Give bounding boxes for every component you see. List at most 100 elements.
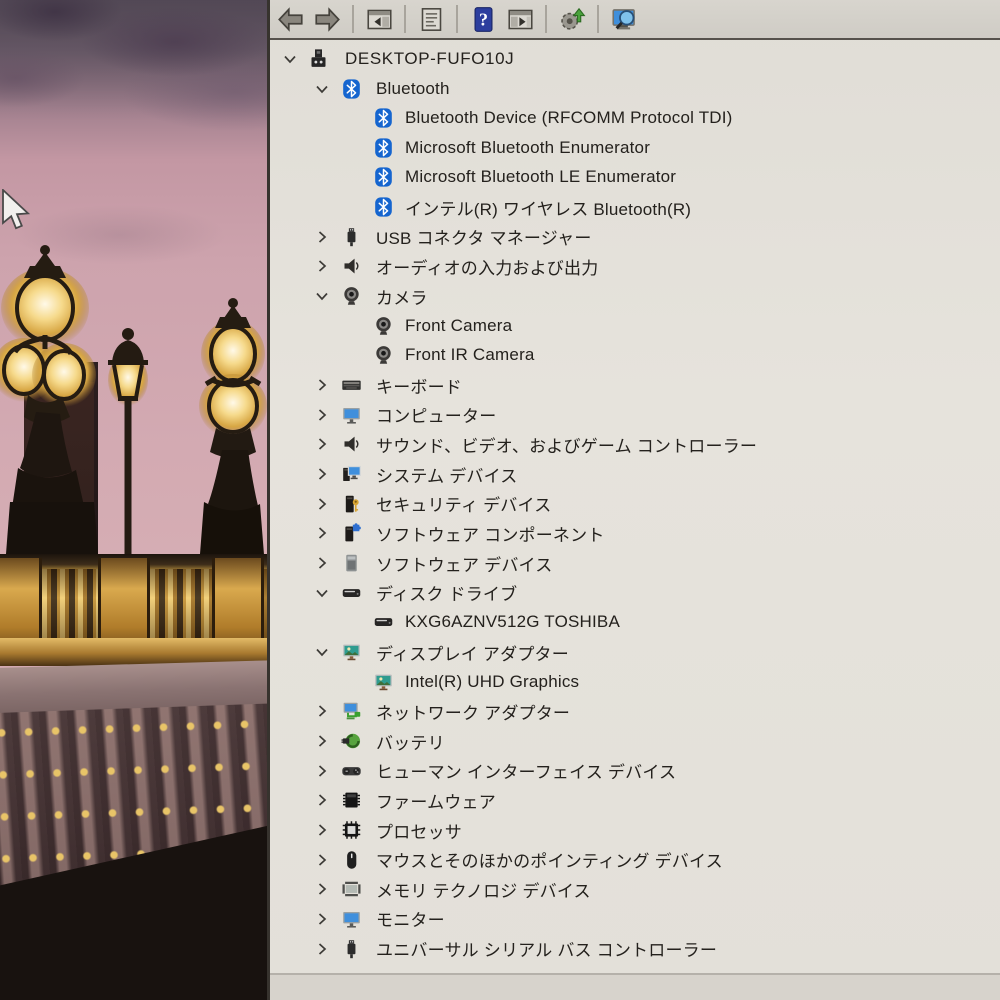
chevron-icon[interactable] bbox=[314, 555, 330, 571]
tree-item-front-camera[interactable]: Front Camera bbox=[270, 311, 1000, 341]
tree-item-microsoft-bluetooth-le-enumerator[interactable]: Microsoft Bluetooth LE Enumerator bbox=[270, 162, 1000, 192]
tree-item-label: コンピューター bbox=[376, 407, 497, 427]
tree-item-usb-connector-manager[interactable]: USB コネクタ マネージャー bbox=[270, 222, 1000, 252]
tree-item-bluetooth-device-rfcomm-protocol-tdi[interactable]: Bluetooth Device (RFCOMM Protocol TDI) bbox=[270, 103, 1000, 133]
tree-item-label: サウンド、ビデオ、およびゲーム コントローラー bbox=[376, 436, 758, 456]
chevron-icon[interactable] bbox=[314, 229, 330, 245]
camera-icon bbox=[373, 315, 394, 337]
tree-item-disk-drives[interactable]: ディスク ドライブ bbox=[270, 578, 1000, 608]
tree-item-firmware[interactable]: ファームウェア bbox=[270, 785, 1000, 815]
tb-back-icon bbox=[277, 6, 304, 33]
chevron-icon[interactable] bbox=[314, 852, 330, 868]
tree-item-mice-and-other-pointing-devices[interactable]: マウスとそのほかのポインティング デバイス bbox=[270, 845, 1000, 875]
tree-item-battery[interactable]: バッテリ bbox=[270, 726, 1000, 756]
tree-item-label: DESKTOP-FUFO10J bbox=[345, 48, 515, 68]
toolbar-separator bbox=[352, 5, 354, 33]
bridge-balustrade bbox=[0, 554, 270, 666]
tree-item-front-ir-camera[interactable]: Front IR Camera bbox=[270, 340, 1000, 370]
chevron-icon[interactable] bbox=[314, 525, 330, 541]
device-tree[interactable]: DESKTOP-FUFO10J Bluetooth Bluetooth Devi… bbox=[270, 42, 1000, 975]
tree-item-label: キーボード bbox=[376, 377, 462, 397]
chevron-icon[interactable] bbox=[314, 822, 330, 838]
show-action-pane-button[interactable] bbox=[504, 3, 536, 35]
display-icon bbox=[341, 641, 362, 663]
tree-item-label: Microsoft Bluetooth LE Enumerator bbox=[405, 167, 677, 187]
chevron-icon[interactable] bbox=[314, 881, 330, 897]
chevron-icon[interactable] bbox=[314, 466, 330, 482]
status-bar bbox=[270, 973, 1000, 1000]
chevron-icon[interactable] bbox=[314, 436, 330, 452]
chevron-icon[interactable] bbox=[314, 377, 330, 393]
chevron-icon[interactable] bbox=[314, 703, 330, 719]
chevron-icon[interactable] bbox=[314, 792, 330, 808]
chevron-icon[interactable] bbox=[314, 407, 330, 423]
chevron-icon[interactable] bbox=[314, 644, 330, 660]
tree-item-desktop-fufo10j[interactable]: DESKTOP-FUFO10J bbox=[270, 44, 1000, 74]
tree-item-universal-serial-bus-controllers[interactable]: ユニバーサル シリアル バス コントローラー bbox=[270, 934, 1000, 964]
tree-item-microsoft-bluetooth-enumerator[interactable]: Microsoft Bluetooth Enumerator bbox=[270, 133, 1000, 163]
tree-item-monitors[interactable]: モニター bbox=[270, 904, 1000, 934]
chevron-icon[interactable] bbox=[314, 81, 330, 97]
properties-button[interactable] bbox=[415, 3, 447, 35]
tree-item-label: ソフトウェア コンポーネント bbox=[376, 525, 605, 545]
tree-item-keyboard[interactable]: キーボード bbox=[270, 370, 1000, 400]
update-driver-button[interactable] bbox=[556, 3, 588, 35]
tree-item-kxg6aznv512g-toshiba[interactable]: KXG6AZNV512G TOSHIBA bbox=[270, 607, 1000, 637]
device-manager-screen: DESKTOP-FUFO10J Bluetooth Bluetooth Devi… bbox=[0, 0, 1000, 1000]
firmware-icon bbox=[341, 789, 362, 811]
tree-item-software-components[interactable]: ソフトウェア コンポーネント bbox=[270, 518, 1000, 548]
forward-button[interactable] bbox=[311, 3, 343, 35]
usb-icon bbox=[341, 938, 362, 960]
tree-item-camera[interactable]: カメラ bbox=[270, 281, 1000, 311]
chevron-icon[interactable] bbox=[314, 941, 330, 957]
tree-item-sound-video-and-game-controllers[interactable]: サウンド、ビデオ、およびゲーム コントローラー bbox=[270, 429, 1000, 459]
show-console-tree-button[interactable] bbox=[363, 3, 395, 35]
audio-icon bbox=[341, 255, 362, 277]
chevron-icon[interactable] bbox=[314, 733, 330, 749]
chevron-icon[interactable] bbox=[314, 258, 330, 274]
tree-item-label: ディスプレイ アダプター bbox=[376, 644, 569, 664]
tb-forward-icon bbox=[314, 6, 341, 33]
tree-item-label: ディスク ドライブ bbox=[376, 585, 518, 605]
tree-item-label: ヒューマン インターフェイス デバイス bbox=[376, 763, 677, 783]
tree-item-memory-technology-devices[interactable]: メモリ テクノロジ デバイス bbox=[270, 874, 1000, 904]
right-lamp bbox=[198, 298, 267, 580]
mouse-icon bbox=[341, 849, 362, 871]
tree-item-intel-uhd-graphics[interactable]: Intel(R) UHD Graphics bbox=[270, 667, 1000, 697]
tree-item-label: メモリ テクノロジ デバイス bbox=[376, 881, 591, 901]
tree-item-processors[interactable]: プロセッサ bbox=[270, 815, 1000, 845]
tree-item-bluetooth[interactable]: Bluetooth bbox=[270, 74, 1000, 104]
tree-item-security-devices[interactable]: セキュリティ デバイス bbox=[270, 489, 1000, 519]
help-button[interactable] bbox=[467, 3, 499, 35]
tree-item-software-devices[interactable]: ソフトウェア デバイス bbox=[270, 548, 1000, 578]
battery-icon bbox=[341, 730, 362, 752]
tree-item-network-adapters[interactable]: ネットワーク アダプター bbox=[270, 696, 1000, 726]
processor-icon bbox=[341, 819, 362, 841]
wallpaper-lamps bbox=[0, 245, 267, 597]
tree-item-display-adapters[interactable]: ディスプレイ アダプター bbox=[270, 637, 1000, 667]
tree-item-computer-group[interactable]: コンピューター bbox=[270, 400, 1000, 430]
chevron-icon[interactable] bbox=[282, 51, 298, 67]
back-button[interactable] bbox=[274, 3, 306, 35]
tb-props-icon bbox=[418, 6, 445, 33]
device-manager-window: DESKTOP-FUFO10J Bluetooth Bluetooth Devi… bbox=[267, 0, 1000, 1000]
tree-item-label: バッテリ bbox=[376, 733, 445, 753]
chevron-icon[interactable] bbox=[314, 763, 330, 779]
tree-item-human-interface-devices[interactable]: ヒューマン インターフェイス デバイス bbox=[270, 756, 1000, 786]
memory-icon bbox=[341, 878, 362, 900]
tree-item-system-devices[interactable]: システム デバイス bbox=[270, 459, 1000, 489]
bluetooth-icon bbox=[373, 107, 394, 129]
system-icon bbox=[341, 463, 362, 485]
chevron-icon[interactable] bbox=[314, 496, 330, 512]
tree-item-audio-inputs-and-outputs[interactable]: オーディオの入力および出力 bbox=[270, 251, 1000, 281]
scan-hardware-changes-button[interactable] bbox=[608, 3, 640, 35]
bluetooth-icon bbox=[373, 166, 394, 188]
audio-icon bbox=[341, 433, 362, 455]
tree-item-intel-wireless-bluetooth[interactable]: インテル(R) ワイヤレス Bluetooth(R) bbox=[270, 192, 1000, 222]
bluetooth-icon bbox=[341, 78, 362, 100]
chevron-icon[interactable] bbox=[314, 585, 330, 601]
chevron-icon[interactable] bbox=[314, 288, 330, 304]
toolbar-separator bbox=[404, 5, 406, 33]
chevron-icon[interactable] bbox=[314, 911, 330, 927]
camera-icon bbox=[373, 344, 394, 366]
